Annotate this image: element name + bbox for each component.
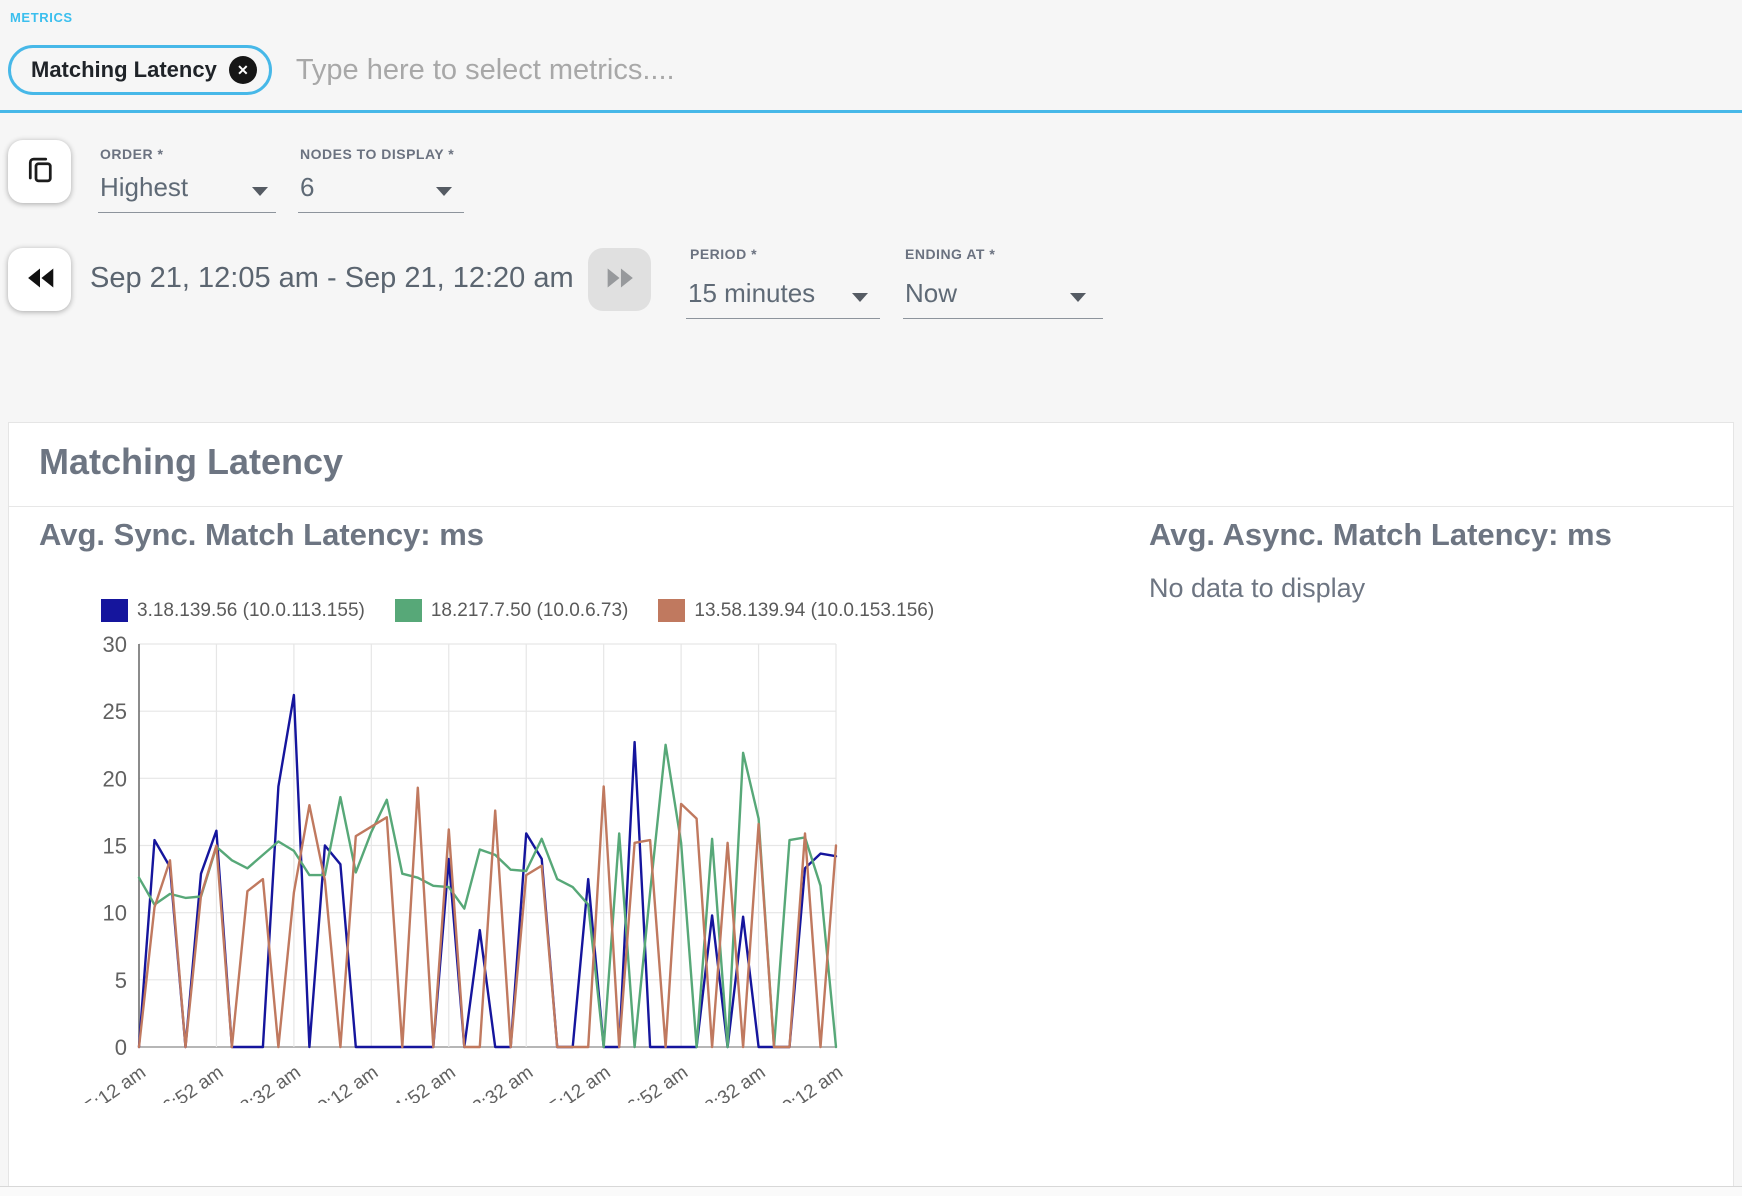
bottom-strip (0, 1187, 1742, 1196)
metric-chip-label: Matching Latency (31, 57, 217, 83)
svg-text:30: 30 (103, 632, 127, 657)
svg-text:5: 5 (115, 968, 127, 993)
svg-text:15: 15 (103, 834, 127, 859)
metrics-bar-underline (0, 110, 1742, 113)
legend-swatch-icon (395, 599, 422, 622)
period-underline (686, 318, 880, 319)
ending-at-label: ENDING AT * (905, 246, 995, 262)
legend-item-2: 13.58.139.94 (10.0.153.156) (658, 599, 934, 622)
fast-forward-icon (601, 265, 639, 294)
chip-remove-icon[interactable]: ✕ (229, 56, 257, 84)
metrics-search-input[interactable] (296, 54, 1732, 87)
svg-text:20: 20 (103, 766, 127, 791)
legend-item-0: 3.18.139.56 (10.0.113.155) (101, 599, 365, 622)
metrics-dashboard-page: METRICS Matching Latency ✕ ORDER * Highe… (0, 0, 1742, 1196)
metrics-section-label: METRICS (10, 10, 73, 25)
nodes-to-display-select[interactable]: 6 (300, 172, 314, 203)
order-select[interactable]: Highest (100, 172, 188, 203)
metrics-chip-row: Matching Latency ✕ (8, 44, 1732, 96)
svg-text:25: 25 (103, 699, 127, 724)
ending-at-caret-icon[interactable] (1070, 293, 1086, 302)
matching-latency-panel: Matching Latency Avg. Sync. Match Latenc… (8, 422, 1734, 1186)
period-caret-icon[interactable] (852, 293, 868, 302)
nodes-to-display-label: NODES TO DISPLAY * (300, 146, 454, 162)
svg-text:0: 0 (115, 1035, 127, 1060)
sync-chart-title: Avg. Sync. Match Latency: ms (39, 517, 484, 553)
legend-series-label: 3.18.139.56 (10.0.113.155) (137, 600, 365, 622)
copy-chart-button[interactable] (8, 140, 71, 203)
nodes-underline (298, 212, 464, 213)
time-range-text: Sep 21, 12:05 am - Sep 21, 12:20 am (90, 262, 574, 295)
time-forward-button[interactable] (588, 248, 651, 311)
time-back-button[interactable] (8, 248, 71, 311)
panel-divider (9, 506, 1733, 507)
legend-swatch-icon (101, 599, 128, 622)
async-chart-empty-message: No data to display (1149, 573, 1365, 604)
svg-text:12:05:12 am: 12:05:12 am (83, 1062, 150, 1103)
ending-at-select[interactable]: Now (905, 278, 957, 309)
copy-icon (24, 154, 56, 189)
period-select[interactable]: 15 minutes (688, 278, 815, 309)
nodes-caret-icon[interactable] (436, 187, 452, 196)
legend-series-label: 18.217.7.50 (10.0.6.73) (431, 600, 629, 622)
order-label: ORDER * (100, 146, 163, 162)
rewind-icon (21, 265, 59, 294)
ending-at-underline (903, 318, 1103, 319)
metric-chip-matching-latency[interactable]: Matching Latency ✕ (8, 45, 272, 95)
order-underline (98, 212, 276, 213)
period-label: PERIOD * (690, 246, 757, 262)
legend-item-1: 18.217.7.50 (10.0.6.73) (395, 599, 629, 622)
svg-text:10: 10 (103, 901, 127, 926)
chart-legend: 3.18.139.56 (10.0.113.155) 18.217.7.50 (1… (101, 599, 934, 622)
panel-title: Matching Latency (39, 441, 343, 483)
legend-series-label: 13.58.139.94 (10.0.153.156) (694, 600, 934, 622)
order-caret-icon[interactable] (252, 187, 268, 196)
legend-swatch-icon (658, 599, 685, 622)
async-chart-title: Avg. Async. Match Latency: ms (1149, 517, 1612, 553)
sync-latency-line-chart: 05101520253012:05:12 am12:06:52 am12:08:… (83, 631, 863, 1103)
